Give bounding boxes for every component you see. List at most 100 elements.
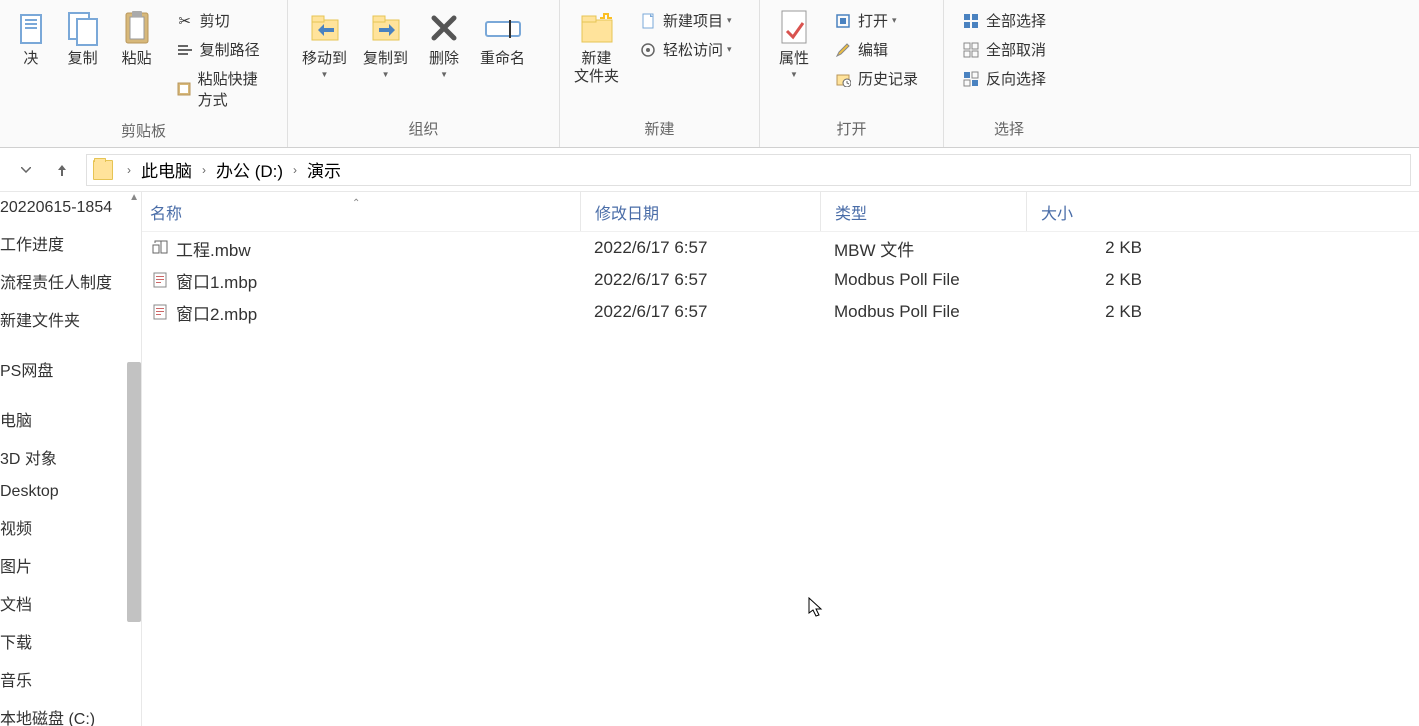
delete-button[interactable]: 删除 ▼ — [416, 4, 472, 83]
breadcrumb-item[interactable]: 此电脑 — [139, 155, 194, 184]
ribbon-group-organize: 移动到 ▼ 复制到 ▼ 删除 ▼ 重命名 — [288, 0, 560, 147]
sidebar-item[interactable]: 图片 — [0, 546, 141, 584]
move-to-button[interactable]: 移动到 ▼ — [294, 4, 355, 83]
new-item-button[interactable]: 新建项目 ▾ — [631, 6, 740, 35]
scissors-icon: ✂ — [176, 12, 194, 30]
select-all-label: 全部选择 — [986, 10, 1046, 31]
paste-shortcut-button[interactable]: 粘贴快捷方式 — [168, 64, 277, 114]
sidebar-scrollbar[interactable]: ▲ — [121, 192, 141, 726]
new-group-label: 新建 — [560, 114, 759, 147]
chevron-right-icon: › — [202, 163, 206, 177]
pin-button[interactable]: 决 — [6, 4, 56, 72]
rename-icon — [483, 8, 523, 48]
breadcrumb-item[interactable]: 办公 (D:) — [214, 155, 285, 184]
delete-icon — [424, 8, 464, 48]
sidebar-item[interactable]: 文档 — [0, 584, 141, 622]
dropdown-arrow-icon: ▼ — [440, 70, 448, 79]
dropdown-arrow-icon: ▼ — [382, 70, 390, 79]
move-label: 移动到 — [302, 50, 347, 68]
history-icon — [834, 70, 852, 88]
select-none-icon — [962, 41, 980, 59]
properties-icon — [774, 8, 814, 48]
select-none-button[interactable]: 全部取消 — [954, 35, 1054, 64]
file-name: 工程.mbw — [176, 236, 251, 261]
open-icon — [834, 12, 852, 30]
breadcrumb[interactable]: › 此电脑 › 办公 (D:) › 演示 — [86, 154, 1411, 186]
paste-icon — [117, 8, 157, 48]
file-size: 2 KB — [1026, 302, 1156, 322]
select-none-label: 全部取消 — [986, 39, 1046, 60]
cut-button[interactable]: ✂ 剪切 — [168, 6, 277, 35]
file-list-pane: 名称 ⌃ 修改日期 类型 大小 工程.mbw2022/6/17 6:57MBW … — [142, 192, 1419, 726]
edit-button[interactable]: 编辑 — [826, 35, 926, 64]
file-size: 2 KB — [1026, 238, 1156, 258]
history-button[interactable]: 历史记录 — [826, 64, 926, 93]
sidebar-item[interactable]: 本地磁盘 (C:) — [0, 698, 141, 726]
move-icon — [305, 8, 345, 48]
file-type: MBW 文件 — [820, 236, 1026, 261]
chevron-right-icon: › — [293, 163, 297, 177]
dropdown-arrow-icon: ▼ — [790, 70, 798, 79]
copy-icon — [63, 8, 103, 48]
column-headers: 名称 ⌃ 修改日期 类型 大小 — [142, 192, 1419, 232]
rename-button[interactable]: 重命名 — [472, 4, 533, 72]
copy-button[interactable]: 复制 — [56, 4, 110, 72]
sidebar-item[interactable]: 下载 — [0, 622, 141, 660]
edit-label: 编辑 — [858, 39, 888, 60]
nav-up-button[interactable] — [48, 156, 76, 184]
ribbon-group-open: 属性 ▼ 打开 ▾ 编辑 历史记录 打开 — [760, 0, 944, 147]
delete-label: 删除 — [429, 50, 459, 68]
copy-path-button[interactable]: 复制路径 — [168, 35, 277, 64]
sidebar-item[interactable]: 音乐 — [0, 660, 141, 698]
invert-icon — [962, 70, 980, 88]
new-folder-button[interactable]: 新建 文件夹 — [566, 4, 627, 90]
clipboard-group-label: 剪贴板 — [0, 116, 287, 149]
sidebar-item[interactable]: 流程责任人制度 — [0, 262, 141, 300]
new-folder-label: 新建 文件夹 — [574, 50, 619, 86]
properties-button[interactable]: 属性 ▼ — [766, 4, 822, 83]
invert-selection-button[interactable]: 反向选择 — [954, 64, 1054, 93]
dropdown-arrow-icon: ▼ — [321, 70, 329, 79]
sidebar-item[interactable]: Desktop — [0, 476, 141, 508]
sidebar-item[interactable]: 工作进度 — [0, 224, 141, 262]
column-header-type[interactable]: 类型 — [820, 192, 1026, 231]
pin-icon — [11, 8, 51, 48]
new-folder-icon — [577, 8, 617, 48]
copyto-label: 复制到 — [363, 50, 408, 68]
sidebar-item[interactable]: 视频 — [0, 508, 141, 546]
file-date: 2022/6/17 6:57 — [580, 302, 820, 322]
sidebar-item[interactable]: 新建文件夹 — [0, 300, 141, 338]
easy-access-icon — [639, 41, 657, 59]
sidebar-item[interactable]: 电脑 — [0, 400, 141, 438]
column-header-date[interactable]: 修改日期 — [580, 192, 820, 231]
open-button[interactable]: 打开 ▾ — [826, 6, 926, 35]
edit-icon — [834, 41, 852, 59]
cut-label: 剪切 — [200, 10, 230, 31]
nav-dropdown[interactable] — [12, 156, 40, 184]
new-item-icon — [639, 12, 657, 30]
paste-button[interactable]: 粘贴 — [110, 4, 164, 72]
select-all-icon — [962, 12, 980, 30]
file-row[interactable]: 窗口1.mbp2022/6/17 6:57Modbus Poll File2 K… — [142, 264, 1419, 296]
properties-label: 属性 — [779, 50, 809, 68]
breadcrumb-item[interactable]: 演示 — [305, 155, 343, 184]
column-header-name[interactable]: 名称 ⌃ — [142, 200, 580, 224]
file-name: 窗口1.mbp — [176, 268, 257, 293]
copy-to-button[interactable]: 复制到 ▼ — [355, 4, 416, 83]
folder-icon — [93, 160, 113, 180]
select-all-button[interactable]: 全部选择 — [954, 6, 1054, 35]
file-row[interactable]: 窗口2.mbp2022/6/17 6:57Modbus Poll File2 K… — [142, 296, 1419, 328]
mbp-file-icon — [150, 302, 170, 322]
column-header-size[interactable]: 大小 — [1026, 192, 1156, 231]
sidebar-item[interactable]: 20220615-1854 — [0, 192, 141, 224]
scrollbar-thumb[interactable] — [127, 362, 141, 622]
easy-access-button[interactable]: 轻松访问 ▾ — [631, 35, 740, 64]
rename-label: 重命名 — [480, 50, 525, 68]
open-group-label: 打开 — [760, 114, 943, 147]
sidebar-item[interactable]: 3D 对象 — [0, 438, 141, 476]
file-row[interactable]: 工程.mbw2022/6/17 6:57MBW 文件2 KB — [142, 232, 1419, 264]
mbw-file-icon — [150, 238, 170, 258]
shortcut-icon — [176, 80, 192, 98]
select-group-label: 选择 — [944, 114, 1074, 147]
sidebar-item[interactable]: PS网盘 — [0, 350, 141, 388]
